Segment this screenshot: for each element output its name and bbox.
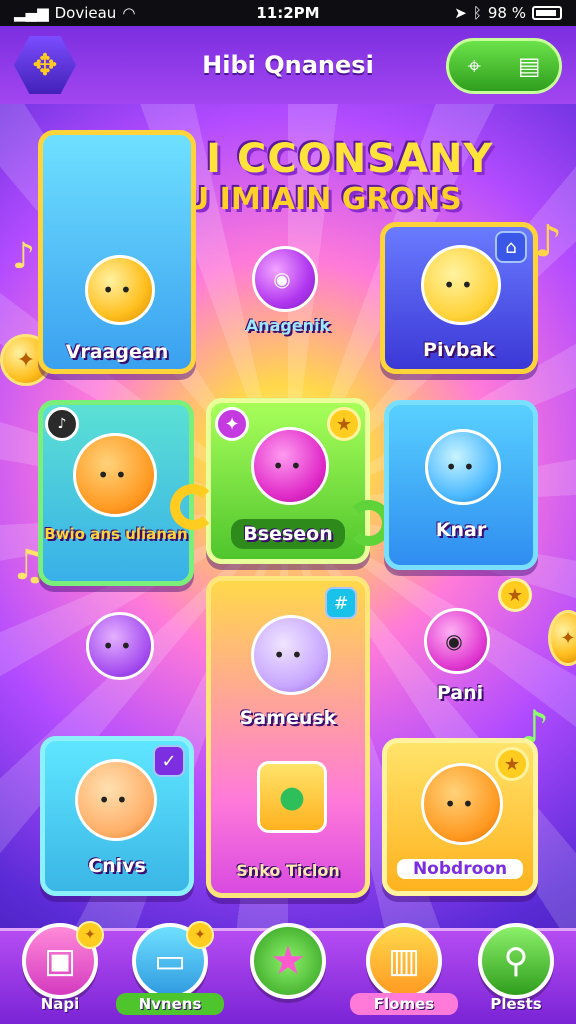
purple-blob-character[interactable]: ••	[86, 612, 154, 680]
grid-badge-icon: #	[325, 587, 357, 619]
search-icon: ⚲	[478, 923, 554, 999]
star-badge-icon: ★	[327, 407, 361, 441]
game-card[interactable]: ⌂ •• Pivbak	[380, 222, 538, 374]
game-card[interactable]: # •• Sameusk ● Snko Ticlon	[206, 576, 370, 898]
orange-monster-character: ••	[73, 433, 157, 517]
card-label: Bseseon	[231, 519, 345, 549]
star-badge-icon: ★	[495, 747, 529, 781]
music-note-icon: ♪	[534, 216, 563, 267]
bottom-nav: ▣ ✦ Napi ▭ ✦ Nvnens ★ ▥ Flomes ⚲ Plests	[0, 921, 576, 1024]
page-title: Hibi Qnanesi	[202, 51, 374, 79]
orange-bear-character: ••	[421, 763, 503, 845]
shop-button[interactable]: ⌖ ▤	[446, 38, 562, 94]
music-note-icon: ♪	[12, 236, 35, 277]
status-time: 11:2PM	[256, 4, 320, 22]
featured-game-card[interactable]: ★ ✦ •• Bseseon	[206, 398, 370, 564]
card-label: Cnivs	[88, 855, 146, 877]
purple-orb-character[interactable]: ◉	[252, 246, 318, 312]
nav-item-flomes[interactable]: ▥ Flomes	[350, 923, 458, 1024]
left-arrow-ring[interactable]	[170, 484, 216, 530]
card-label: Nobdroon	[397, 859, 523, 879]
game-card[interactable]: ✓ •• Cnivs	[40, 736, 194, 896]
game-card[interactable]: •• Vraagean	[38, 130, 196, 374]
card-label: Vraagean	[65, 341, 169, 363]
nav-label: Nvnens	[116, 993, 224, 1015]
top-bar: ✥ Hibi Qnanesi ⌖ ▤	[0, 26, 576, 104]
shop-icon: ▤	[517, 52, 541, 80]
cabinet-icon: ▥	[366, 923, 442, 999]
music-note-icon: ♪	[45, 407, 79, 441]
lavender-cat-character: ••	[251, 615, 331, 695]
nav-item-plests[interactable]: ⚲ Plests	[468, 923, 564, 1024]
card-label: Sameusk	[239, 707, 337, 729]
card-label: Knar	[435, 519, 487, 541]
nav-label: Napi	[40, 995, 80, 1013]
game-card[interactable]: ★ •• Nobdroon	[382, 738, 538, 896]
game-controller-icon: ✥	[32, 47, 58, 83]
coin-icon: ✦	[186, 921, 214, 949]
pink-monster-character: ••	[251, 427, 329, 505]
nav-label: Flomes	[350, 993, 458, 1015]
location-pin-icon: ⌖	[467, 52, 481, 80]
game-card[interactable]: ♪ •• Bwio ans ulianan	[38, 400, 194, 586]
kid-character: ••	[75, 759, 157, 841]
nav-item-nvnens[interactable]: ▭ ✦ Nvnens	[116, 921, 224, 1024]
nav-label: Plests	[490, 995, 542, 1013]
sparkle-badge-icon: ✦	[215, 407, 249, 441]
check-badge-icon: ✓	[153, 745, 185, 777]
coin-icon: ✦	[548, 610, 576, 666]
card-label: Pani	[436, 682, 484, 704]
nav-item-napi[interactable]: ▣ ✦ Napi	[12, 921, 108, 1024]
card-label: Bwio ans ulianan	[44, 525, 188, 543]
arcade-machine-icon: ●	[257, 761, 327, 833]
star-badge-icon: ★	[498, 578, 532, 612]
shop-badge-icon: ⌂	[495, 231, 527, 263]
game-controller-button[interactable]: ✥	[14, 36, 76, 94]
game-card[interactable]: •• Knar	[384, 400, 538, 570]
gold-coin-character: ••	[85, 255, 155, 325]
status-bar: ▂▄▆ Dovieau ◠ 11:2PM ➤ ᛒ 98 %	[0, 0, 576, 26]
yellow-cat-character: ••	[421, 245, 501, 325]
card-label: Snko Ticlon	[236, 861, 340, 880]
star-icon: ★	[250, 923, 326, 999]
nav-item-home[interactable]: ★	[240, 923, 336, 1024]
card-label: Anagenik	[245, 316, 331, 335]
battery-icon	[532, 6, 562, 20]
blue-drop-character: ••	[425, 429, 501, 505]
card-label: Pivbak	[423, 339, 495, 361]
magenta-orb-character[interactable]: ◉	[424, 608, 490, 674]
coin-icon: ✦	[76, 921, 104, 949]
